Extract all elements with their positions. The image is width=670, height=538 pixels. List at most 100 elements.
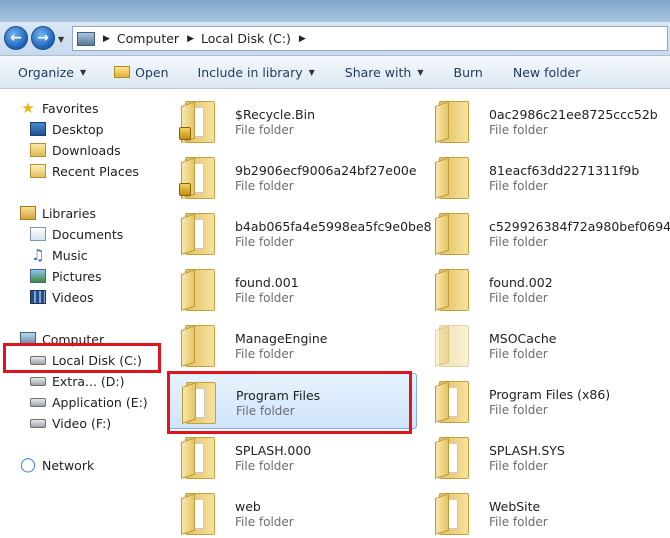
file-type: File folder xyxy=(489,347,548,361)
nav-videos[interactable]: Videos xyxy=(30,288,94,306)
include-in-library-button[interactable]: Include in library ▼ xyxy=(198,56,315,88)
file-name: found.002 xyxy=(489,275,553,290)
nav-recent-places[interactable]: Recent Places xyxy=(30,162,139,180)
file-item-c5299263[interactable]: c529926384f72a980bef069426c4 File folder xyxy=(421,205,670,261)
nav-label: Favorites xyxy=(42,100,99,116)
nav-desktop[interactable]: Desktop xyxy=(30,120,104,138)
nav-label: Pictures xyxy=(52,268,102,284)
file-item-found-001[interactable]: found.001 File folder xyxy=(167,261,417,317)
chevron-right-icon[interactable]: ▶ xyxy=(299,34,306,44)
back-button[interactable]: ← xyxy=(4,26,28,50)
file-item-found-002[interactable]: found.002 File folder xyxy=(421,261,670,317)
nav-music[interactable]: ♫ Music xyxy=(30,246,88,264)
film-strip-icon xyxy=(30,290,46,304)
file-type: File folder xyxy=(235,123,294,137)
file-name: 81eacf63dd2271311f9b xyxy=(489,163,640,178)
star-icon: ★ xyxy=(21,99,35,117)
window-title-strip xyxy=(0,0,670,22)
hard-drive-icon xyxy=(30,376,46,386)
address-bar[interactable]: ▶ Computer ▶ Local Disk (C:) ▶ xyxy=(72,26,668,51)
new-folder-button[interactable]: New folder xyxy=(513,56,581,88)
forward-button[interactable]: → xyxy=(31,26,55,50)
hard-drive-icon xyxy=(30,397,46,407)
command-bar: Organize ▼ Open Include in library ▼ Sha… xyxy=(0,56,670,89)
chevron-right-icon[interactable]: ▶ xyxy=(103,34,110,44)
open-label: Open xyxy=(135,64,169,80)
nav-label: Music xyxy=(52,247,88,263)
nav-label: Videos xyxy=(52,289,94,305)
chevron-right-icon[interactable]: ▶ xyxy=(187,34,194,44)
file-type: File folder xyxy=(489,235,548,249)
file-type: File folder xyxy=(235,515,294,529)
folder-icon xyxy=(179,265,221,313)
nav-drive-d[interactable]: Extra... (D:) xyxy=(30,372,124,390)
file-type: File folder xyxy=(235,291,294,305)
organize-button[interactable]: Organize ▼ xyxy=(18,56,86,88)
file-name: SPLASH.000 xyxy=(235,443,312,458)
file-item-0ac2986c[interactable]: 0ac2986c21ee8725ccc52b File folder xyxy=(421,93,670,149)
nav-label: Desktop xyxy=(52,121,104,137)
burn-label: Burn xyxy=(453,64,483,80)
hard-drive-icon xyxy=(30,418,46,428)
file-item-b4ab065f[interactable]: b4ab065fa4e5998ea5fc9e0be8 File folder xyxy=(167,205,432,261)
folder-icon xyxy=(433,97,475,145)
file-item-recycle-bin[interactable]: $Recycle.Bin File folder xyxy=(167,93,417,149)
file-item-manageengine[interactable]: ManageEngine File folder xyxy=(167,317,417,373)
folder-icon xyxy=(433,377,475,425)
folder-icon xyxy=(433,153,475,201)
file-name: 0ac2986c21ee8725ccc52b xyxy=(489,107,658,122)
file-name: c529926384f72a980bef069426c4 xyxy=(489,219,670,234)
documents-icon xyxy=(30,227,46,241)
file-name: web xyxy=(235,499,261,514)
breadcrumb-local-disk[interactable]: Local Disk (C:) xyxy=(201,31,291,46)
burn-button[interactable]: Burn xyxy=(454,56,483,88)
file-name: found.001 xyxy=(235,275,299,290)
file-item-splash-000[interactable]: SPLASH.000 File folder xyxy=(167,429,417,485)
folder-icon xyxy=(179,209,221,257)
file-item-website[interactable]: WebSite File folder xyxy=(421,485,670,538)
include-in-library-label: Include in library xyxy=(197,64,303,80)
recent-pages-dropdown-icon[interactable]: ▼ xyxy=(58,35,64,44)
file-item-web[interactable]: web File folder xyxy=(167,485,417,538)
highlight-annotation-box xyxy=(167,371,412,434)
nav-libraries[interactable]: Libraries xyxy=(20,204,96,222)
nav-label: Extra... (D:) xyxy=(52,373,125,389)
file-item-program-files-x86[interactable]: Program Files (x86) File folder xyxy=(421,373,670,429)
nav-favorites[interactable]: ★ Favorites xyxy=(20,99,98,117)
nav-label: Application (E:) xyxy=(52,394,148,410)
file-name: 9b2906ecf9006a24bf27e00e xyxy=(235,163,417,178)
recent-places-icon xyxy=(30,164,46,178)
file-item-msocache[interactable]: MSOCache File folder xyxy=(421,317,670,373)
open-button[interactable]: Open xyxy=(114,56,169,88)
folder-icon xyxy=(179,433,221,481)
nav-pictures[interactable]: Pictures xyxy=(30,267,102,285)
file-name: SPLASH.SYS xyxy=(489,443,565,458)
libraries-icon xyxy=(20,206,36,220)
nav-drive-e[interactable]: Application (E:) xyxy=(30,393,148,411)
nav-network[interactable]: ◯ Network xyxy=(20,456,94,474)
downloads-folder-icon xyxy=(30,143,46,157)
nav-label: Downloads xyxy=(52,142,121,158)
file-type: File folder xyxy=(489,291,548,305)
nav-documents[interactable]: Documents xyxy=(30,225,123,243)
share-with-button[interactable]: Share with ▼ xyxy=(345,56,424,88)
file-item-splash-sys[interactable]: SPLASH.SYS File folder xyxy=(421,429,670,485)
computer-icon xyxy=(77,31,95,46)
file-name: MSOCache xyxy=(489,331,557,346)
navigation-pane: ★ Favorites Desktop Downloads Recent Pla… xyxy=(0,89,163,538)
lock-icon xyxy=(179,183,191,196)
lock-icon xyxy=(179,127,191,140)
file-item-81eacf63[interactable]: 81eacf63dd2271311f9b File folder xyxy=(421,149,670,205)
chevron-down-icon: ▼ xyxy=(417,67,424,77)
highlight-annotation-box xyxy=(3,343,161,373)
chevron-down-icon: ▼ xyxy=(80,67,87,77)
nav-label: Video (F:) xyxy=(52,415,112,431)
nav-downloads[interactable]: Downloads xyxy=(30,141,121,159)
file-name: ManageEngine xyxy=(235,331,328,346)
file-name: Program Files (x86) xyxy=(489,387,611,402)
file-item-9b2906ec[interactable]: 9b2906ecf9006a24bf27e00e File folder xyxy=(167,149,417,205)
nav-drive-f[interactable]: Video (F:) xyxy=(30,414,111,432)
file-list: $Recycle.Bin File folder 0ac2986c21ee872… xyxy=(163,89,670,538)
file-type: File folder xyxy=(489,179,548,193)
breadcrumb-computer[interactable]: Computer xyxy=(117,31,179,46)
